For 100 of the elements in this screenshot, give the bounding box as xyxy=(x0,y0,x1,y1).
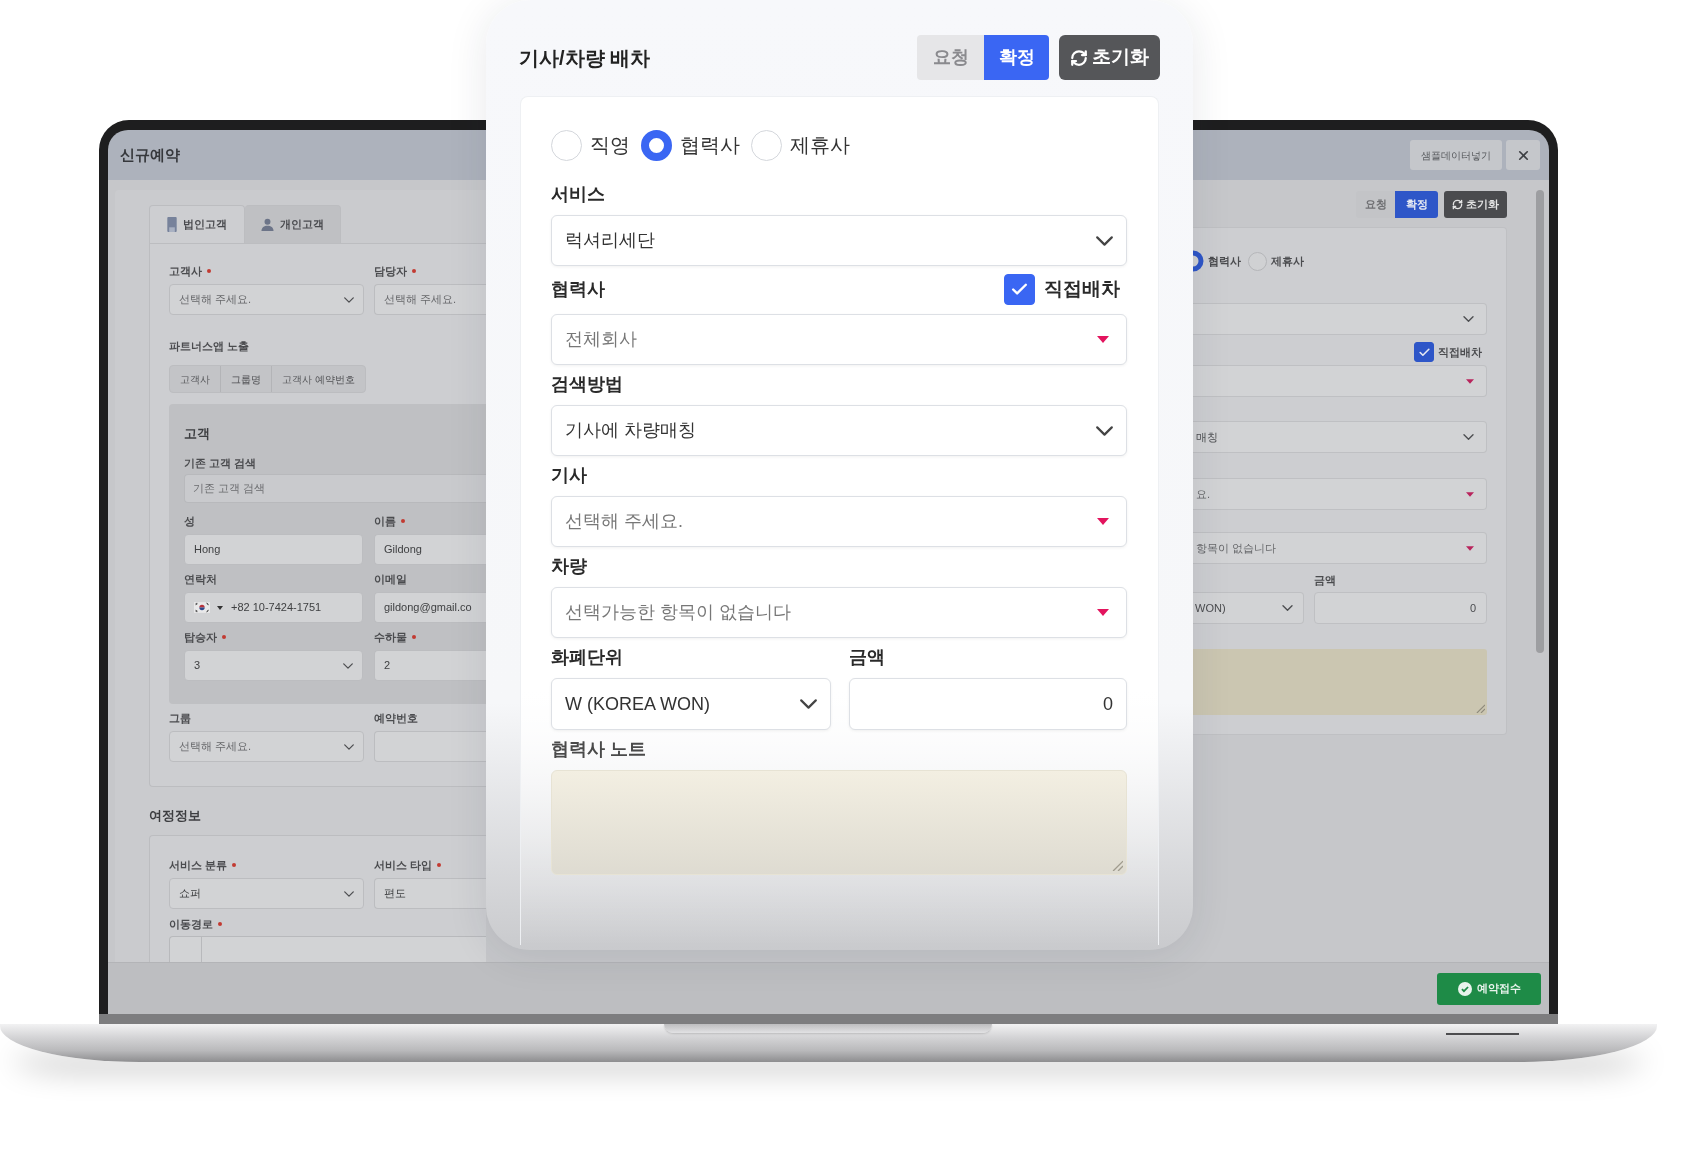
checkbox[interactable] xyxy=(1004,273,1035,305)
phone-field[interactable]: +82 10-7424-1751 xyxy=(184,592,363,623)
customer-tab[interactable]: 개인고객 xyxy=(245,205,341,243)
reset-button[interactable]: 초기화 xyxy=(1059,35,1160,80)
section-title: 고객 xyxy=(184,427,210,440)
chevron-down-icon xyxy=(1096,425,1113,436)
combo-field[interactable]: 항목이 없습니다 xyxy=(1193,532,1487,564)
radio-button[interactable] xyxy=(1193,250,1204,272)
amount-field[interactable]: 0 xyxy=(849,678,1127,730)
field-label: 화폐단위 xyxy=(551,645,623,669)
input-field[interactable]: Gildong xyxy=(374,534,486,565)
input-field[interactable] xyxy=(374,731,486,762)
route-input-field[interactable] xyxy=(169,936,486,962)
exposure-option[interactable]: 고객사 xyxy=(170,366,220,392)
radio-label: 협력사 xyxy=(680,133,740,158)
close-button[interactable] xyxy=(1506,140,1540,170)
note-textarea[interactable] xyxy=(1193,649,1487,715)
field-label: 예약번호 xyxy=(374,712,418,724)
field-label: 탑승자 xyxy=(184,631,217,643)
sample-data-button[interactable]: 샘플데이터넣기 xyxy=(1410,140,1502,170)
refresh-icon xyxy=(1070,48,1088,67)
field-label: 차량 xyxy=(551,554,587,578)
field-label: 연락처 xyxy=(184,573,217,585)
check-circle-icon xyxy=(1457,981,1472,996)
chevron-down-icon xyxy=(1096,235,1113,246)
select-field[interactable]: 선택해 주세요. xyxy=(169,731,364,762)
customer-tab[interactable]: 법인고객 xyxy=(149,205,245,243)
input-field[interactable]: 편도 xyxy=(374,878,486,909)
radio-label: 제휴사 xyxy=(790,133,850,158)
radio-button[interactable] xyxy=(641,129,672,161)
note-textarea[interactable] xyxy=(551,770,1127,875)
caret-down-icon xyxy=(1097,609,1109,616)
field-label: 수하물 xyxy=(374,631,407,643)
field-label: 협력사 xyxy=(551,277,605,301)
combo-field[interactable]: 전체회사 xyxy=(551,314,1127,365)
field-label: 기사 xyxy=(551,463,587,487)
caret-down-icon xyxy=(1097,518,1109,525)
amount-field[interactable]: 0 xyxy=(1314,592,1487,624)
person-icon xyxy=(261,218,274,231)
field-label: 기존 고객 검색 xyxy=(184,457,257,469)
chevron-down-icon xyxy=(1463,316,1474,322)
scrollbar[interactable] xyxy=(1536,190,1544,653)
chevron-down-icon xyxy=(800,699,817,709)
flag-icon xyxy=(194,602,210,613)
currency-select[interactable]: WON) xyxy=(1193,592,1304,624)
checkbox-label: 직접배차 xyxy=(1044,276,1120,301)
submit-button[interactable]: 예약접수 xyxy=(1437,972,1541,1005)
chevron-down-icon xyxy=(1463,434,1474,440)
field-label: 금액 xyxy=(849,645,885,669)
select-field[interactable]: 3 xyxy=(184,650,363,681)
combo-field[interactable]: 선택해 주세요. xyxy=(551,496,1127,547)
field-label: 이동경로 xyxy=(169,918,213,930)
reset-button[interactable]: 초기화 xyxy=(1444,191,1507,218)
section-title: 여정정보 xyxy=(149,808,201,822)
combo-field[interactable]: 선택가능한 항목이 없습니다 xyxy=(551,587,1127,638)
chevron-down-icon xyxy=(344,890,354,897)
field-label: 이름 xyxy=(374,515,396,527)
chevron-down-icon xyxy=(344,743,354,750)
caret-down-icon xyxy=(1466,545,1474,551)
status-button[interactable]: 요청 xyxy=(917,35,984,80)
resize-handle-icon xyxy=(1476,704,1485,713)
chevron-down-icon xyxy=(344,296,354,303)
select-field[interactable]: 럭셔리세단 xyxy=(551,215,1127,266)
field-label: 담당자 xyxy=(374,265,407,277)
exposure-option[interactable]: 고객사 예약번호 xyxy=(271,366,365,392)
select-field[interactable] xyxy=(1193,303,1487,335)
caret-down-icon xyxy=(1466,378,1474,384)
checkmark-icon xyxy=(1417,345,1431,359)
select-field[interactable]: 기사에 차량매칭 xyxy=(551,405,1127,456)
exposure-option[interactable]: 그룹명 xyxy=(220,366,271,392)
input-field[interactable]: gildong@gmail.co xyxy=(374,592,486,623)
input-field[interactable]: Hong xyxy=(184,534,363,565)
chevron-down-icon xyxy=(343,662,353,669)
select-field[interactable]: 매칭 xyxy=(1193,421,1487,453)
status-button[interactable]: 확정 xyxy=(1395,191,1438,218)
select-field[interactable]: 선택해 주세요. xyxy=(169,284,364,315)
field-label: 서비스 타입 xyxy=(374,859,433,871)
field-label: 검색방법 xyxy=(551,372,623,396)
input-field[interactable]: 2 xyxy=(374,650,486,681)
search-field[interactable]: 기존 고객 검색 xyxy=(184,474,486,503)
caret-down-icon xyxy=(217,605,223,610)
status-button[interactable]: 확정 xyxy=(984,35,1049,80)
checkbox-label: 직접배차 xyxy=(1438,344,1482,360)
checkbox[interactable] xyxy=(1414,342,1434,362)
currency-select[interactable]: W (KOREA WON) xyxy=(551,678,831,730)
combo-field[interactable] xyxy=(1193,365,1487,397)
caret-down-icon xyxy=(1466,491,1474,497)
radio-button[interactable] xyxy=(1248,251,1267,271)
field-label: 서비스 xyxy=(551,182,605,206)
select-field[interactable]: 쇼퍼 xyxy=(169,878,364,909)
combo-field[interactable]: 요. xyxy=(1193,478,1487,510)
input-field[interactable]: 선택해 주세요. xyxy=(374,284,486,315)
caret-down-icon xyxy=(1097,336,1109,343)
resize-handle-icon xyxy=(1112,860,1123,871)
field-label: 협력사 노트 xyxy=(551,737,646,761)
radio-label: 제휴사 xyxy=(1271,253,1304,269)
field-label: 성 xyxy=(184,515,195,527)
popup-title: 기사/차량 배차 xyxy=(519,45,651,71)
field-label: 금액 xyxy=(1314,574,1336,586)
field-label: 고객사 xyxy=(169,265,202,277)
